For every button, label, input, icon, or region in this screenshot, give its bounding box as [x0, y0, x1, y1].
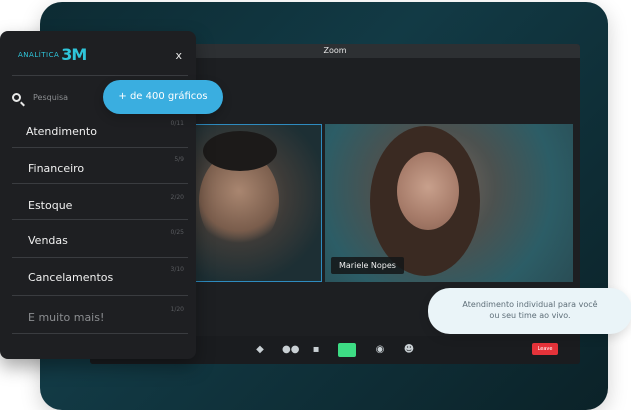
- divider: [12, 257, 188, 258]
- search-icon: [12, 92, 21, 102]
- participant-name-tag: Mariele Nopes: [331, 257, 404, 274]
- leave-button[interactable]: Leave: [532, 343, 558, 355]
- item-count: 2/20: [170, 194, 184, 201]
- logo-text: ANALÍTICA: [18, 50, 60, 59]
- divider: [12, 333, 188, 334]
- share-icon[interactable]: ◆: [254, 344, 266, 356]
- menu-item-e-muito-mais[interactable]: E muito mais!: [28, 311, 104, 324]
- menu-item-financeiro[interactable]: Financeiro: [28, 162, 84, 175]
- menu-item-cancelamentos[interactable]: Cancelamentos: [28, 271, 113, 284]
- chat-icon[interactable]: ▪: [310, 344, 322, 356]
- menu-item-vendas[interactable]: Vendas: [28, 234, 68, 247]
- info-bubble-line-1: Atendimento individual para você: [462, 300, 598, 309]
- close-button[interactable]: x: [175, 49, 182, 62]
- search-input[interactable]: [31, 91, 105, 103]
- logo: ANALÍTICA 3M: [18, 45, 87, 64]
- menu-item-estoque[interactable]: Estoque: [28, 199, 72, 212]
- charts-count-badge: + de 400 gráficos: [103, 80, 223, 114]
- participant-1-hair: [203, 131, 277, 171]
- participants-icon[interactable]: ●●: [282, 344, 299, 356]
- reactions-icon[interactable]: ☻: [403, 344, 415, 356]
- info-bubble-line-2: ou seu time ao vivo.: [489, 311, 571, 320]
- item-count: 0/11: [170, 120, 184, 127]
- item-count: 1/20: [170, 306, 184, 313]
- item-count: 5/9: [174, 156, 184, 163]
- menu-item-atendimento[interactable]: Atendimento: [26, 125, 97, 138]
- share-screen-button[interactable]: [338, 343, 356, 357]
- logo-mark: 3M: [61, 45, 87, 64]
- divider: [12, 183, 188, 184]
- item-count: 3/10: [170, 266, 184, 273]
- video-tile-participant-2[interactable]: Mariele Nopes: [325, 124, 573, 282]
- divider: [12, 295, 188, 296]
- divider: [12, 75, 188, 76]
- divider: [12, 147, 188, 148]
- divider: [12, 219, 188, 220]
- info-bubble: Atendimento individual para você ou seu …: [428, 288, 631, 334]
- item-count: 0/25: [170, 229, 184, 236]
- record-icon[interactable]: ◉: [374, 344, 386, 356]
- participant-2-face: [397, 152, 459, 230]
